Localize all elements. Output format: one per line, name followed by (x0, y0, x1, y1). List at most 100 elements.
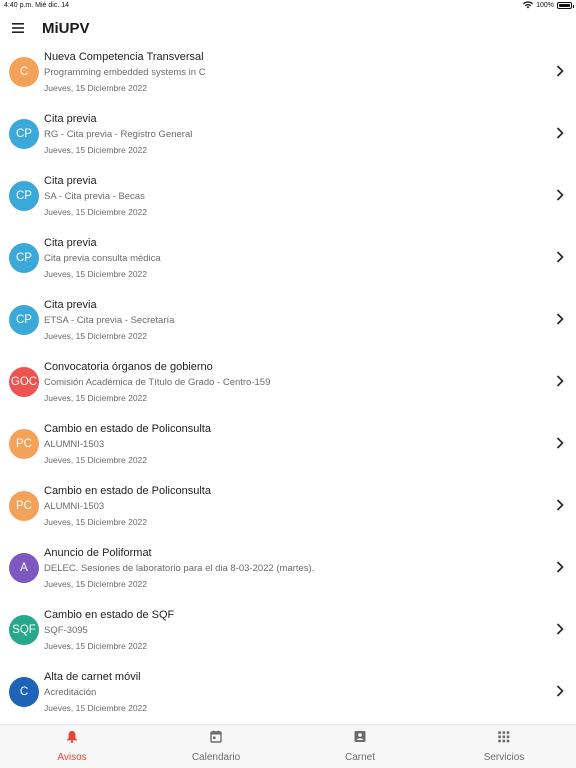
hamburger-icon (12, 23, 24, 33)
item-texts: Convocatoria órganos de gobierno Comisión… (44, 360, 536, 404)
tab-label: Calendario (191, 752, 241, 763)
list-item[interactable]: CP Cita previa Cita previa consulta médica… (0, 230, 576, 292)
item-subtitle: ETSA - Cita previa - Secretaría (44, 315, 175, 326)
status-time-text: 4:40 p.m. (4, 2, 34, 9)
item-title: Convocatoria órganos de gobierno (44, 361, 213, 373)
tab-calendario[interactable]: Calendario (144, 725, 288, 768)
item-texts: Cita previa RG - Cita previa - Registro G… (44, 112, 536, 156)
notification-list: C Nueva Competencia Transversal Programmin… (0, 44, 576, 724)
item-date: Jueves, 15 Diciembre 2022 (44, 703, 148, 713)
list-item[interactable]: PC Cambio en estado de Policonsulta ALUMNI… (0, 478, 576, 540)
calendar-icon (210, 730, 222, 748)
item-date: Jueves, 15 Diciembre 2022 (44, 145, 148, 155)
item-title: Cita previa (44, 175, 97, 187)
list-item[interactable]: PC Cambio en estado de Policonsulta ALUMNI… (0, 416, 576, 478)
item-texts: Cita previa ETSA - Cita previa - Secretar… (44, 298, 536, 342)
item-texts: Cambio en estado de Policonsulta ALUMNI-1… (44, 484, 536, 528)
tab-bar: Avisos Calendario Carnet Servicios (0, 724, 576, 768)
item-subtitle: Comisión Académica de Título de Grado - … (44, 377, 271, 388)
tab-label: Carnet (344, 752, 375, 763)
item-title: Anuncio de Poliformat (44, 547, 152, 559)
avatar: A (9, 553, 39, 583)
chevron-right-icon (556, 499, 564, 511)
battery-icon (557, 1, 574, 9)
list-item[interactable]: SQF Cambio en estado de SQF SQF-3095 Jueves… (0, 602, 576, 664)
item-subtitle: SQF-3095 (44, 625, 88, 636)
status-date-text: Mié dic. 14 (35, 2, 69, 9)
item-texts: Cambio en estado de Policonsulta ALUMNI-1… (44, 422, 536, 466)
item-title: Cita previa (44, 299, 97, 311)
chevron-right-icon (556, 437, 564, 449)
chevron-right-icon (556, 65, 564, 77)
item-date: Jueves, 15 Diciembre 2022 (44, 455, 148, 465)
chevron-right-icon (556, 623, 564, 635)
chevron-right-icon (556, 189, 564, 201)
item-subtitle: ALUMNI-1503 (44, 501, 105, 512)
avatar: SQF (9, 615, 39, 645)
tab-label: Servicios (483, 752, 525, 763)
avatar: CP (9, 305, 39, 335)
item-texts: Nueva Competencia Transversal Programming… (44, 50, 536, 94)
grid-icon (498, 730, 510, 748)
tab-label: Avisos (57, 752, 87, 763)
item-texts: Cita previa SA - Cita previa - Becas Jueve… (44, 174, 536, 218)
chevron-right-icon (556, 375, 564, 387)
avatar: CP (9, 243, 39, 273)
avatar: PC (9, 429, 39, 459)
item-texts: Cita previa Cita previa consulta médica Ju… (44, 236, 536, 280)
list-item[interactable]: GOC Convocatoria órganos de gobierno Comis… (0, 354, 576, 416)
list-item[interactable]: CP Cita previa RG - Cita previa - Registro… (0, 106, 576, 168)
item-subtitle: Programming embedded systems in C (44, 67, 206, 78)
id-card-icon (354, 730, 366, 748)
chevron-right-icon (556, 313, 564, 325)
item-title: Cambio en estado de Policonsulta (44, 485, 211, 497)
list-item[interactable]: C Nueva Competencia Transversal Programmin… (0, 44, 576, 106)
avatar: PC (9, 491, 39, 521)
tab-carnet[interactable]: Carnet (288, 725, 432, 768)
item-texts: Anuncio de Poliformat DELEC. Sesiones de … (44, 546, 536, 590)
menu-button[interactable] (8, 18, 28, 38)
item-subtitle: DELEC. Sesiones de laboratorio para el d… (44, 563, 315, 574)
avatar: CP (9, 119, 39, 149)
avatar: CP (9, 181, 39, 211)
avatar: GOC (9, 367, 39, 397)
status-right: 100% (523, 1, 574, 9)
item-subtitle: Cita previa consulta médica (44, 253, 161, 264)
item-subtitle: SA - Cita previa - Becas (44, 191, 145, 202)
app-bar: MiUPV (0, 12, 576, 44)
status-bar: 4:40 p.m. Mié dic. 14 100% (0, 0, 576, 12)
wifi-icon (523, 1, 534, 9)
item-subtitle: RG - Cita previa - Registro General (44, 129, 193, 140)
item-texts: Cambio en estado de SQF SQF-3095 Jueves, 1… (44, 608, 536, 652)
item-title: Cita previa (44, 113, 97, 125)
list-item[interactable]: C Alta de carnet móvil Acreditación Jueves,… (0, 664, 576, 724)
bell-icon (66, 730, 78, 748)
item-subtitle: ALUMNI-1503 (44, 439, 105, 450)
avatar: C (9, 677, 39, 707)
chevron-right-icon (556, 561, 564, 573)
item-date: Jueves, 15 Diciembre 2022 (44, 207, 148, 217)
battery-percent: 100% (536, 1, 554, 9)
item-date: Jueves, 15 Diciembre 2022 (44, 641, 148, 651)
page-title: MiUPV (42, 19, 90, 37)
item-date: Jueves, 15 Diciembre 2022 (44, 579, 148, 589)
chevron-right-icon (556, 127, 564, 139)
item-date: Jueves, 15 Diciembre 2022 (44, 83, 148, 93)
item-title: Cambio en estado de SQF (44, 609, 175, 621)
tab-avisos[interactable]: Avisos (0, 725, 144, 768)
item-title: Nueva Competencia Transversal (44, 51, 204, 63)
item-date: Jueves, 15 Diciembre 2022 (44, 517, 148, 527)
chevron-right-icon (556, 251, 564, 263)
item-title: Cita previa (44, 237, 97, 249)
item-date: Jueves, 15 Diciembre 2022 (44, 331, 148, 341)
item-texts: Alta de carnet móvil Acreditación Jueves, … (44, 670, 536, 714)
avatar: C (9, 57, 39, 87)
item-date: Jueves, 15 Diciembre 2022 (44, 393, 148, 403)
tab-servicios[interactable]: Servicios (432, 725, 576, 768)
item-title: Cambio en estado de Policonsulta (44, 423, 211, 435)
list-item[interactable]: A Anuncio de Poliformat DELEC. Sesiones de… (0, 540, 576, 602)
item-subtitle: Acreditación (44, 687, 97, 698)
list-item[interactable]: CP Cita previa SA - Cita previa - Becas Jue… (0, 168, 576, 230)
list-item[interactable]: CP Cita previa ETSA - Cita previa - Secret… (0, 292, 576, 354)
item-date: Jueves, 15 Diciembre 2022 (44, 269, 148, 279)
